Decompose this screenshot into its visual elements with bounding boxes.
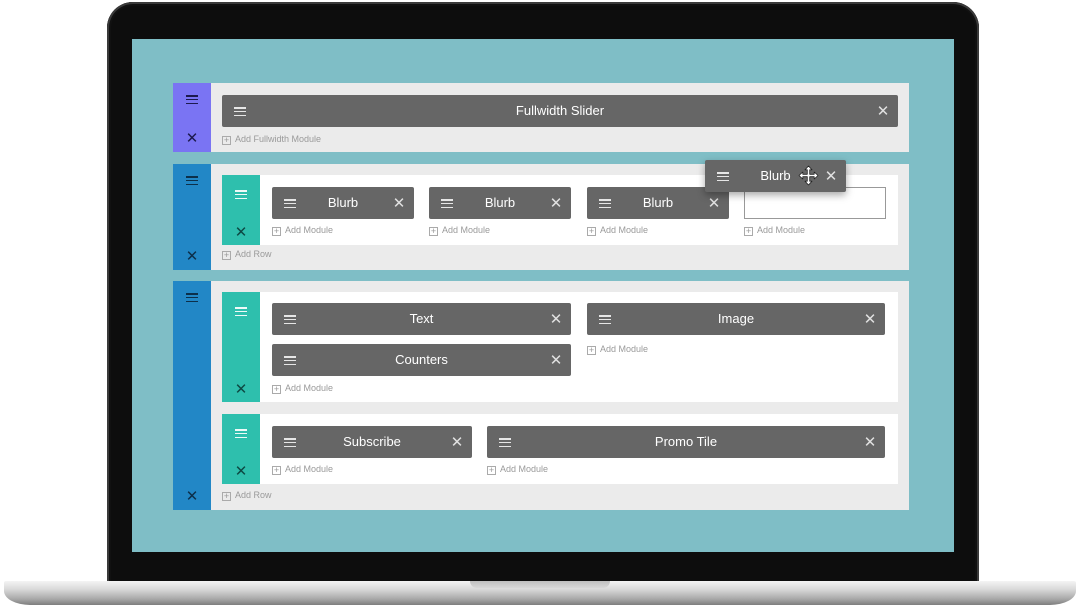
add-module-button[interactable]: + Add Module [272,383,333,394]
plus-box-icon: + [429,226,438,236]
add-row-button[interactable]: + Add Row [222,490,272,501]
add-module-button[interactable]: + Add Module [587,225,648,236]
row-handle[interactable]: ✕ [222,175,260,245]
hamburger-icon[interactable] [186,176,198,186]
hamburger-icon[interactable] [235,307,247,317]
dragged-module-blurb[interactable]: Blurb ✕ [705,160,846,192]
hamburger-icon[interactable] [235,190,247,200]
move-cursor-icon [798,165,819,186]
plus-box-icon: + [487,465,496,475]
module-label: Image [717,311,755,326]
section-handle[interactable]: ✕ [173,83,211,152]
close-icon[interactable]: ✕ [234,382,248,397]
add-module-button[interactable]: + Add Module [272,464,333,475]
section-handle[interactable]: ✕ [173,281,211,510]
add-module-button[interactable]: + Add Module [587,344,648,355]
close-icon[interactable]: ✕ [185,489,199,504]
plus-box-icon: + [222,135,231,145]
laptop-notch [470,581,610,588]
close-icon[interactable]: ✕ [234,225,248,240]
close-icon[interactable]: ✕ [392,196,406,211]
module-text[interactable]: Text ✕ [272,303,571,335]
module-promo-tile[interactable]: Promo Tile ✕ [487,426,885,458]
module-fullwidth-slider[interactable]: Fullwidth Slider ✕ [222,95,898,127]
builder-screen: ✕ Fullwidth Slider ✕ + Add Fullwidth Modu… [132,39,954,552]
add-module-button[interactable]: + Add Module [272,225,333,236]
close-icon[interactable]: ✕ [185,249,199,264]
add-module-button[interactable]: + Add Module [487,464,548,475]
plus-box-icon: + [222,491,231,501]
section-body: Fullwidth Slider ✕ + Add Fullwidth Module [211,83,909,152]
plus-box-icon: + [272,226,281,236]
close-icon[interactable]: ✕ [876,104,890,119]
module-label: Promo Tile [654,434,718,449]
section-body: ✕ Text ✕ Counters ✕ + Add Module Image ✕… [211,281,909,510]
add-fullwidth-module-button[interactable]: + Add Fullwidth Module [222,134,321,145]
close-icon[interactable]: ✕ [234,464,248,479]
row-handle[interactable]: ✕ [222,414,260,484]
close-icon[interactable]: ✕ [824,169,838,184]
module-image[interactable]: Image ✕ [587,303,885,335]
plus-box-icon: + [222,250,231,260]
hamburger-icon[interactable] [186,293,198,303]
module-label: Text [409,311,434,326]
plus-box-icon: + [587,345,596,355]
plus-box-icon: + [587,226,596,236]
plus-box-icon: + [272,384,281,394]
module-subscribe[interactable]: Subscribe ✕ [272,426,472,458]
section-3: ✕ ✕ Text ✕ Counters ✕ + Add Module Image… [173,281,909,510]
close-icon[interactable]: ✕ [863,312,877,327]
module-blurb[interactable]: Blurb ✕ [272,187,414,219]
add-module-button[interactable]: + Add Module [744,225,805,236]
row-handle[interactable]: ✕ [222,292,260,402]
section-handle[interactable]: ✕ [173,164,211,270]
close-icon[interactable]: ✕ [549,312,563,327]
close-icon[interactable]: ✕ [549,196,563,211]
module-label: Counters [395,352,448,367]
hamburger-icon[interactable] [186,95,198,105]
add-row-button[interactable]: + Add Row [222,249,272,260]
close-icon[interactable]: ✕ [863,435,877,450]
module-counters[interactable]: Counters ✕ [272,344,571,376]
add-module-button[interactable]: + Add Module [429,225,490,236]
close-icon[interactable]: ✕ [185,131,199,146]
plus-box-icon: + [272,465,281,475]
plus-box-icon: + [744,226,753,236]
module-blurb[interactable]: Blurb ✕ [429,187,571,219]
module-label: Fullwidth Slider [515,103,605,118]
hamburger-icon[interactable] [235,429,247,439]
row: ✕ Subscribe ✕ + Add Module Promo Tile ✕ +… [222,414,898,484]
close-icon[interactable]: ✕ [707,196,721,211]
row: ✕ Text ✕ Counters ✕ + Add Module Image ✕… [222,292,898,402]
close-icon[interactable]: ✕ [549,353,563,368]
fullwidth-section: ✕ Fullwidth Slider ✕ + Add Fullwidth Modu… [173,83,909,152]
module-label: Subscribe [343,434,401,449]
close-icon[interactable]: ✕ [450,435,464,450]
